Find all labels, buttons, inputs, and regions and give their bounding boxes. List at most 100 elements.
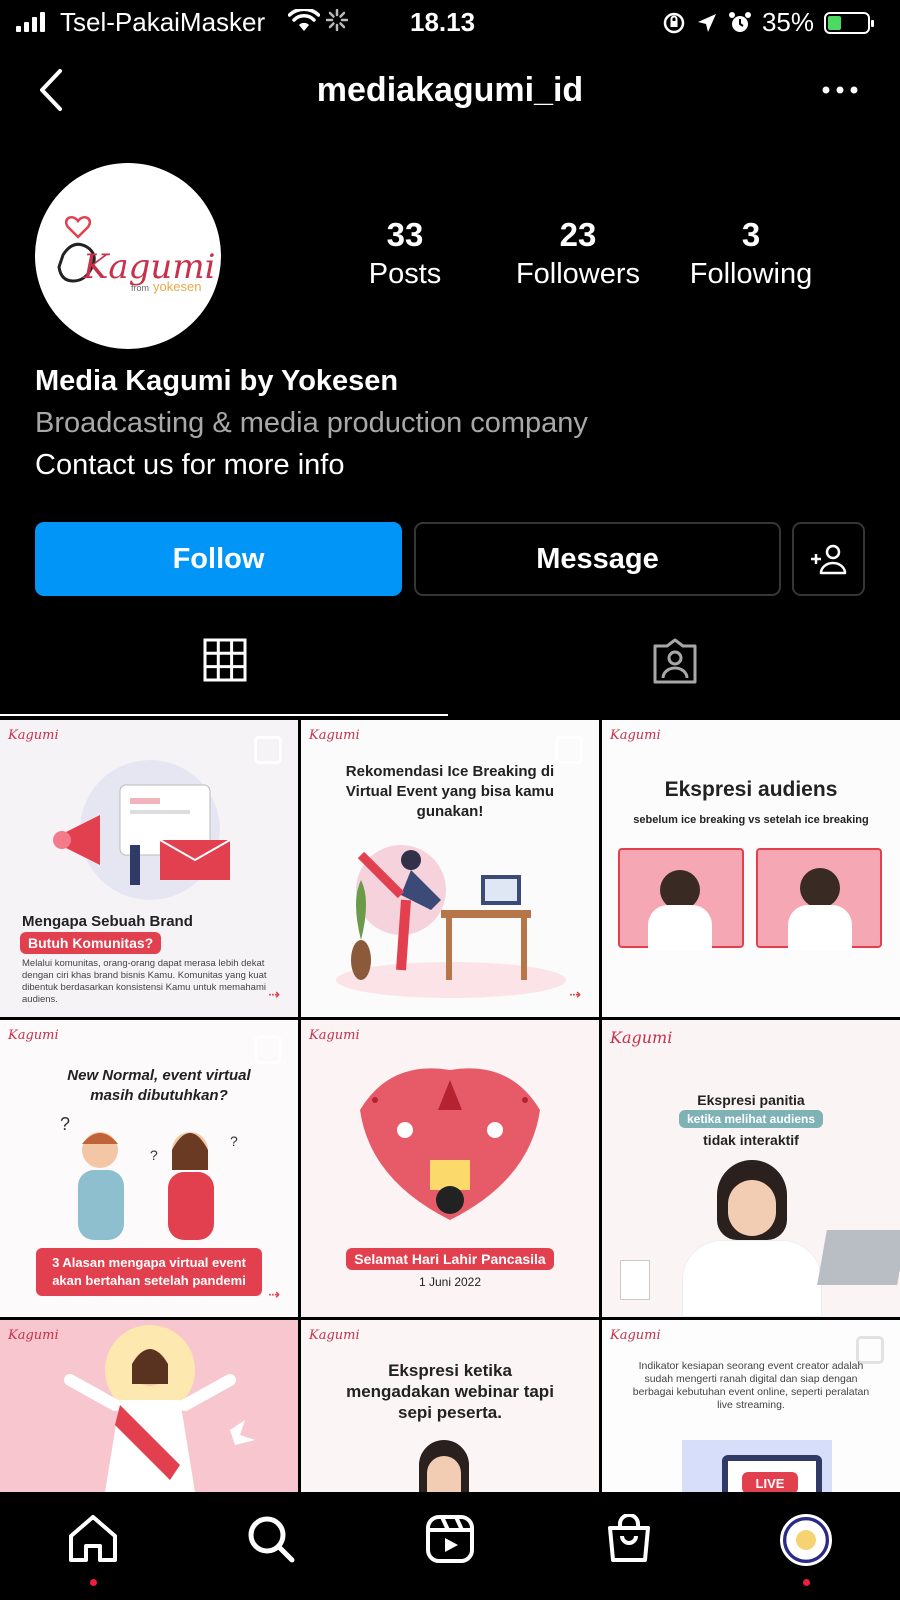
active-tab-indicator xyxy=(0,714,448,716)
workspace-illustration xyxy=(336,845,566,998)
post-tile[interactable]: Kagumi xyxy=(0,1320,298,1492)
orientation-lock-icon xyxy=(663,12,685,33)
tile-logo: Kagumi xyxy=(610,1028,673,1047)
svg-text:?: ? xyxy=(230,1133,238,1149)
post-title: Rekomendasi Ice Breaking di Virtual Even… xyxy=(345,763,555,820)
tile-logo: Kagumi xyxy=(8,728,59,743)
post-tile[interactable]: Kagumi Rekomendasi Ice Breaking di Virtu… xyxy=(301,720,599,1017)
tab-tagged[interactable] xyxy=(450,638,900,716)
garuda-illustration xyxy=(360,1068,540,1220)
svg-text:yokesen: yokesen xyxy=(153,279,201,294)
add-person-button[interactable] xyxy=(792,522,865,596)
posts-stat[interactable]: 33 Posts xyxy=(305,216,505,291)
status-bar: Tsel-PakaiMasker 18.13 35% xyxy=(0,0,900,46)
tagged-person-icon xyxy=(653,638,697,684)
page-title: mediakagumi_id xyxy=(316,71,584,109)
post-tile[interactable]: Kagumi Ekspresi panitia ketika melihat a… xyxy=(602,1020,900,1317)
nav-home[interactable] xyxy=(58,1514,128,1586)
followers-label: Followers xyxy=(515,258,641,290)
tile-logo: Kagumi xyxy=(8,1028,59,1043)
notification-dot xyxy=(90,1579,97,1586)
posts-grid: Kagumi Mengapa Sebuah Brand Butuh Komuni… xyxy=(0,718,900,1492)
clock-time: 18.13 xyxy=(410,7,476,37)
battery-percent: 35% xyxy=(761,7,814,37)
grid-icon xyxy=(203,638,247,682)
nav-search[interactable] xyxy=(236,1514,306,1574)
post-body: Indikator kesiapan seorang event creator… xyxy=(632,1360,870,1411)
arrow-right-icon: ⇢ xyxy=(268,986,280,1002)
battery-charging-icon xyxy=(824,11,874,34)
location-arrow-icon xyxy=(697,13,716,32)
post-tag: Selamat Hari Lahir Pancasila xyxy=(346,1248,554,1270)
people-thinking-illustration: ??? xyxy=(60,1114,238,1240)
post-tile[interactable]: Kagumi Ekspresi ketika mengadakan webina… xyxy=(301,1320,599,1492)
add-person-icon xyxy=(810,544,846,575)
profile-category: Broadcasting & media production company xyxy=(35,407,588,439)
profile-tabs xyxy=(0,638,900,718)
post-subtitle: tidak interaktif xyxy=(703,1132,799,1148)
bio-text: Contact us for more info xyxy=(35,449,345,481)
following-count: 3 xyxy=(741,216,761,253)
profile-avatar-icon xyxy=(780,1514,832,1566)
loading-spinner-icon xyxy=(326,9,348,31)
profile-bio: Media Kagumi by Yokesen Broadcasting & m… xyxy=(35,365,875,482)
tile-logo: Kagumi xyxy=(610,728,661,743)
tile-logo: Kagumi xyxy=(610,1328,661,1343)
svg-text:from: from xyxy=(131,283,149,293)
post-title: Ekspresi audiens xyxy=(664,778,838,801)
live-streaming-illustration: LIVE xyxy=(682,1440,832,1492)
bottom-navigation xyxy=(0,1492,900,1600)
svg-text:?: ? xyxy=(60,1114,70,1134)
message-button[interactable]: Message xyxy=(414,522,781,596)
signal-icon xyxy=(16,12,45,32)
home-icon xyxy=(69,1515,117,1562)
before-photo xyxy=(618,848,744,950)
nav-reels[interactable] xyxy=(415,1514,485,1574)
tile-logo: Kagumi xyxy=(309,1328,360,1343)
post-tag: Butuh Komunitas? xyxy=(20,932,162,954)
tile-logo: Kagumi xyxy=(309,1028,360,1043)
tab-posts-grid[interactable] xyxy=(0,638,450,716)
profile-name: Media Kagumi by Yokesen xyxy=(35,365,399,397)
post-subtitle: 1 Juni 2022 xyxy=(418,1275,482,1289)
post-tag: 3 Alasan mengapa virtual event akan bert… xyxy=(52,1255,246,1288)
posts-label: Posts xyxy=(368,258,442,290)
followers-stat[interactable]: 23 Followers xyxy=(478,216,678,291)
kagumi-logo: Kagumi from yokesen xyxy=(57,216,215,294)
alarm-icon xyxy=(728,11,751,32)
posts-count: 33 xyxy=(386,216,424,253)
post-tile[interactable]: Kagumi Ekspresi audiens sebelum ice brea… xyxy=(602,720,900,1017)
follow-button[interactable]: Follow xyxy=(35,522,402,596)
post-title: Ekspresi panitia xyxy=(697,1092,805,1108)
post-title: Ekspresi ketika mengadakan webinar tapi … xyxy=(346,1361,554,1422)
notification-dot xyxy=(803,1579,810,1586)
multiple-posts-icon xyxy=(555,736,583,764)
marketing-illustration xyxy=(53,760,231,900)
arrow-right-icon: ⇢ xyxy=(268,1286,280,1302)
tile-logo: Kagumi xyxy=(309,728,360,743)
following-label: Following xyxy=(689,258,813,290)
post-tag: ketika melihat audiens xyxy=(678,1110,824,1128)
post-subtitle: sebelum ice breaking vs setelah ice brea… xyxy=(633,814,869,826)
nav-profile[interactable] xyxy=(771,1514,841,1586)
wifi-icon xyxy=(288,9,320,31)
post-tile[interactable]: Kagumi Selamat Hari Lahir Pancasila 1 Ju… xyxy=(301,1020,599,1317)
post-tile[interactable]: Kagumi Indikator kesiapan seorang event … xyxy=(602,1320,900,1492)
multiple-posts-icon xyxy=(254,1036,282,1064)
post-tile[interactable]: Kagumi Mengapa Sebuah Brand Butuh Komuni… xyxy=(0,720,298,1017)
carrier-name: Tsel-PakaiMasker xyxy=(60,7,266,37)
profile-header: mediakagumi_id xyxy=(0,55,900,125)
nav-shop[interactable] xyxy=(594,1514,664,1574)
jesus-illustration xyxy=(64,1325,255,1492)
profile-avatar[interactable]: Kagumi from yokesen xyxy=(35,163,221,349)
live-badge-text: LIVE xyxy=(756,1476,785,1491)
more-horizontal-icon[interactable] xyxy=(820,80,860,100)
reels-icon xyxy=(426,1515,474,1563)
following-stat[interactable]: 3 Following xyxy=(651,216,851,291)
search-icon xyxy=(248,1516,295,1563)
post-body: Melalui komunitas, orang-orang dapat mer… xyxy=(22,958,267,1005)
post-title: Mengapa Sebuah Brand xyxy=(22,913,193,930)
post-tile[interactable]: Kagumi New Normal, event virtual masih d… xyxy=(0,1020,298,1317)
followers-count: 23 xyxy=(559,216,597,253)
after-photo xyxy=(756,848,882,950)
